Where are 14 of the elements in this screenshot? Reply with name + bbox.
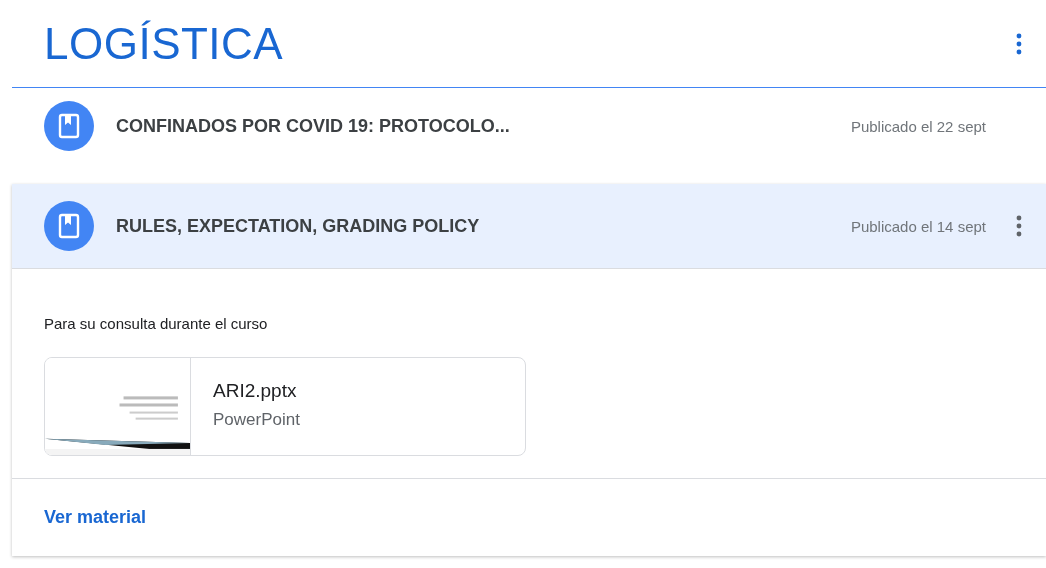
book-icon — [44, 201, 94, 251]
topic-title: LOGÍSTICA — [44, 18, 284, 69]
material-row[interactable]: CONFINADOS POR COVID 19: PROTOCOLO... Publicado el 22 sept — [12, 88, 1046, 164]
material-description: Para su consulta durante el curso — [44, 315, 269, 332]
posted-date: Publicado el 22 sept — [850, 117, 986, 135]
book-icon — [44, 101, 94, 151]
material-title: RULES, EXPECTATION, GRADING POLICY — [116, 215, 481, 237]
file-type: PowerPoint — [213, 410, 300, 430]
attachment-card[interactable]: ARI2.pptx PowerPoint — [44, 357, 526, 456]
material-header[interactable]: RULES, EXPECTATION, GRADING POLICY Publicado el 14 sept — [12, 184, 1046, 269]
material-title: CONFINADOS POR COVID 19: PROTOCOLO... — [116, 115, 511, 137]
posted-date: Publicado el 14 sept — [850, 217, 986, 235]
file-name: ARI2.pptx — [213, 380, 298, 402]
view-material-link[interactable]: Ver material — [44, 507, 147, 527]
